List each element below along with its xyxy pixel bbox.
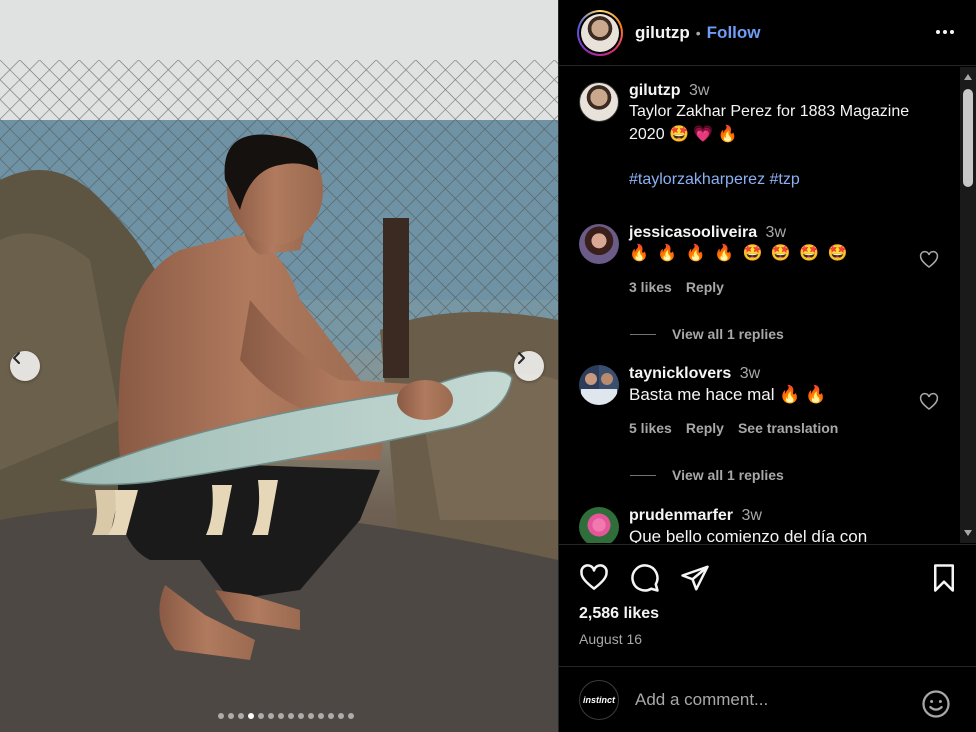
more-horizontal-icon	[936, 30, 954, 34]
post-actions: 2,586 likes August 16	[559, 544, 976, 666]
caption-username[interactable]: gilutzp	[629, 82, 681, 99]
caption: gilutzp 3w Taylor Zakhar Perez for 1883 …	[579, 82, 929, 191]
save-bookmark-icon[interactable]	[929, 563, 959, 593]
carousel-dot	[287, 713, 294, 719]
comments-scrollbar[interactable]	[960, 67, 976, 543]
commenter-username[interactable]: prudenmarfer	[629, 507, 733, 524]
comments-list[interactable]: gilutzp 3w Taylor Zakhar Perez for 1883 …	[559, 67, 976, 543]
author-avatar[interactable]	[577, 9, 623, 56]
share-paper-plane-icon[interactable]	[680, 563, 710, 593]
post-header: gilutzp • Follow	[559, 0, 976, 66]
scroll-up-arrow-icon[interactable]	[964, 74, 972, 80]
view-replies-button[interactable]: View all 1 replies	[630, 467, 784, 483]
carousel-dot	[297, 713, 304, 719]
carousel-dot	[227, 713, 234, 719]
previous-photo-button[interactable]	[10, 351, 40, 381]
carousel-dot	[257, 713, 264, 719]
commenter-username[interactable]: taynicklovers	[629, 365, 731, 382]
view-replies-label: View all 1 replies	[672, 326, 784, 342]
commenter-username[interactable]: jessicasooliveira	[629, 224, 757, 241]
carousel-dot	[307, 713, 314, 719]
more-options-button[interactable]	[933, 20, 957, 44]
view-replies-button[interactable]: View all 1 replies	[630, 326, 784, 342]
commenter-avatar[interactable]	[579, 507, 619, 543]
chevron-right-icon	[518, 352, 525, 364]
scroll-down-arrow-icon[interactable]	[964, 530, 972, 536]
chevron-left-icon	[13, 352, 20, 364]
comment-item: prudenmarfer 3w Que bello comienzo del d…	[579, 507, 929, 543]
comment-item: taynicklovers 3w Basta me hace mal 🔥 🔥 5…	[579, 365, 929, 436]
photo-illustration	[0, 0, 558, 732]
like-comment-heart-icon[interactable]	[919, 250, 939, 270]
post-side-panel: gilutzp • Follow gilutzp 3w Taylor Zakha…	[558, 0, 976, 732]
author-username[interactable]: gilutzp	[635, 23, 690, 43]
comment-time[interactable]: 3w	[766, 224, 786, 241]
scrollbar-thumb[interactable]	[963, 89, 973, 187]
caption-text: Taylor Zakhar Perez for 1883 Magazine 20…	[629, 103, 910, 143]
separator-dot: •	[695, 24, 701, 41]
post-date[interactable]: August 16	[579, 631, 642, 647]
view-replies-label: View all 1 replies	[672, 467, 784, 483]
carousel-dot	[317, 713, 324, 719]
comment-text: 🔥 🔥 🔥 🔥 🤩 🤩 🤩 🤩	[629, 245, 850, 262]
reply-button[interactable]: Reply	[686, 420, 724, 436]
comment-item: jessicasooliveira 3w 🔥 🔥 🔥 🔥 🤩 🤩 🤩 🤩 3 l…	[579, 224, 929, 295]
emoji-smiley-icon[interactable]	[921, 689, 951, 719]
add-comment-bar: instinct	[559, 666, 976, 732]
likes-count[interactable]: 2,586 likes	[579, 605, 659, 623]
comment-meta: 3 likes Reply	[629, 279, 929, 295]
reply-button[interactable]: Reply	[686, 279, 724, 295]
carousel-dot	[277, 713, 284, 719]
carousel-dot	[347, 713, 354, 719]
comment-likes[interactable]: 3 likes	[629, 279, 672, 295]
carousel-dot	[247, 713, 254, 719]
like-comment-heart-icon[interactable]	[919, 392, 939, 412]
carousel-dot	[217, 713, 224, 719]
carousel-dot	[267, 713, 274, 719]
post-photo[interactable]	[0, 0, 558, 732]
carousel-indicator	[0, 713, 558, 719]
comment-bubble-icon[interactable]	[630, 563, 660, 593]
see-translation-button[interactable]: See translation	[738, 420, 838, 436]
comment-text: Que bello comienzo del día con	[629, 527, 868, 543]
comment-time[interactable]: 3w	[740, 365, 760, 382]
follow-button[interactable]: Follow	[707, 23, 761, 43]
caption-time[interactable]: 3w	[689, 82, 709, 99]
comment-text: Basta me hace mal 🔥 🔥	[629, 385, 827, 404]
commenter-avatar[interactable]	[579, 224, 619, 264]
next-photo-button[interactable]	[514, 351, 544, 381]
current-user-avatar: instinct	[579, 679, 619, 720]
comment-likes[interactable]: 5 likes	[629, 420, 672, 436]
caption-avatar[interactable]	[579, 82, 619, 122]
comment-meta: 5 likes Reply See translation	[629, 420, 929, 436]
caption-hashtags[interactable]: #taylorzakharperez #tzp	[629, 168, 929, 191]
commenter-avatar[interactable]	[579, 365, 619, 405]
like-heart-icon[interactable]	[579, 563, 609, 593]
comment-time[interactable]: 3w	[741, 507, 761, 524]
carousel-dot	[327, 713, 334, 719]
carousel-dot	[337, 713, 344, 719]
carousel-dot	[237, 713, 244, 719]
